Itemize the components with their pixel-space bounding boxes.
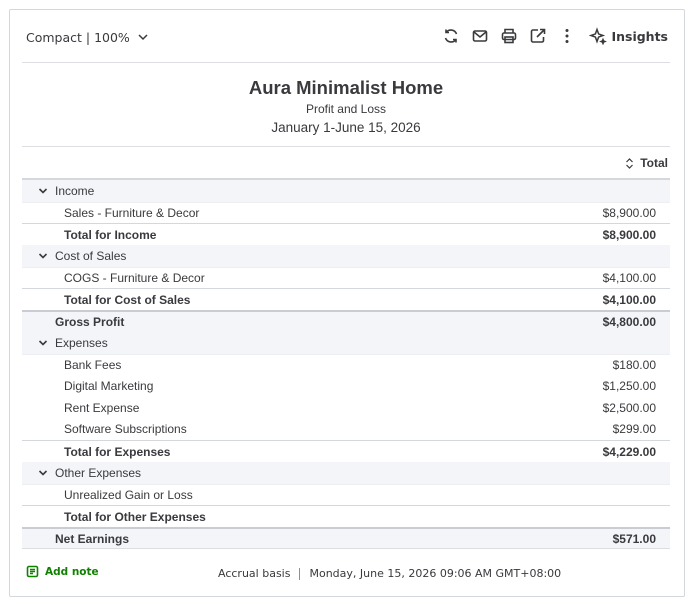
toolbar-divider (22, 62, 670, 63)
row-label: Cost of Sales (55, 248, 127, 263)
row-label: Software Subscriptions (64, 422, 187, 437)
row-amount[interactable]: $8,900.00 (603, 228, 656, 242)
header-divider (22, 146, 670, 147)
row-amount[interactable]: $4,100.00 (603, 293, 656, 307)
row-label: Net Earnings (55, 531, 130, 546)
row-label: Total for Expenses (64, 444, 171, 459)
email-button[interactable] (468, 24, 492, 48)
row-amount[interactable]: $8,900.00 (603, 206, 656, 220)
table-row: Software Subscriptions $299.00 (22, 419, 670, 441)
add-note-label: Add note (45, 565, 99, 578)
section-income[interactable]: Income (22, 180, 670, 202)
refresh-icon (445, 29, 458, 43)
note-icon (26, 565, 39, 578)
section-expenses[interactable]: Expenses (22, 331, 670, 354)
row-label: Total for Income (64, 227, 157, 242)
column-header-row: Total (22, 148, 670, 180)
report-footer: Add note Accrual basis Monday, June 15, … (10, 563, 684, 585)
company-name: Aura Minimalist Home (248, 77, 444, 98)
report-period: January 1-June 15, 2026 (271, 120, 421, 135)
table-row: Bank Fees $180.00 (22, 353, 670, 376)
meta-separator (299, 567, 301, 580)
total-row-income: Total for Income $8,900.00 (22, 223, 670, 245)
table-row: Digital Marketing $1,250.00 (22, 375, 670, 397)
insights-button[interactable]: Insights (589, 27, 668, 45)
row-amount[interactable]: $4,800.00 (603, 315, 656, 329)
table-row: Rent Expense $2,500.00 (22, 397, 670, 419)
row-label: Digital Marketing (64, 379, 154, 394)
row-amount[interactable]: $4,100.00 (603, 271, 656, 285)
report-table: Income Sales - Furniture & Decor $8,900.… (22, 180, 670, 549)
row-label: Expenses (55, 335, 108, 350)
more-icon (565, 29, 569, 43)
report-toolbar: Compact | 100% Insights (10, 10, 684, 62)
print-icon (502, 28, 517, 44)
row-label: Rent Expense (64, 400, 140, 415)
row-amount[interactable]: $1,250.00 (603, 379, 656, 393)
chevron-down-icon (38, 188, 48, 194)
refresh-button[interactable] (439, 24, 463, 48)
export-button[interactable] (526, 24, 550, 48)
report-header: Aura Minimalist Home Profit and Loss Jan… (22, 76, 670, 137)
view-density-label: Compact | 100% (26, 29, 130, 45)
row-label: Total for Cost of Sales (64, 292, 191, 307)
chevron-down-icon (38, 340, 48, 346)
footer-divider (22, 548, 670, 549)
row-amount[interactable]: $180.00 (613, 358, 656, 372)
report-title: Profit and Loss (305, 102, 387, 116)
report-timestamp: Monday, June 15, 2026 09:06 AM GMT+08:00 (309, 567, 562, 580)
section-cost-of-sales[interactable]: Cost of Sales (22, 245, 670, 267)
insights-label: Insights (611, 28, 668, 44)
row-amount[interactable]: $4,229.00 (603, 445, 656, 459)
table-row: Unrealized Gain or Loss (22, 483, 670, 506)
total-row-cost-of-sales: Total for Cost of Sales $4,100.00 (22, 288, 670, 310)
row-amount[interactable]: $299.00 (613, 422, 656, 436)
row-label: Other Expenses (55, 465, 142, 480)
total-row-other-expenses: Total for Other Expenses (22, 505, 670, 527)
section-other-expenses[interactable]: Other Expenses (22, 461, 670, 484)
row-amount[interactable]: $2,500.00 (603, 401, 656, 415)
row-label: COGS - Furniture & Decor (64, 271, 205, 286)
toolbar-actions: Insights (434, 24, 668, 48)
add-note-button[interactable]: Add note (26, 565, 99, 578)
row-label: Bank Fees (64, 357, 122, 372)
accounting-basis: Accrual basis (218, 567, 291, 580)
total-column-header[interactable]: Total (625, 156, 668, 170)
report-panel: Compact | 100% Insights Aura Minimalist … (9, 9, 685, 597)
row-label: Total for Other Expenses (64, 509, 206, 524)
row-label: Unrealized Gain or Loss (64, 487, 193, 502)
table-row: Sales - Furniture & Decor $8,900.00 (22, 201, 670, 224)
sort-icon (626, 157, 634, 169)
table-row: COGS - Furniture & Decor $4,100.00 (22, 266, 670, 289)
insights-icon (589, 27, 608, 45)
row-amount[interactable]: $571.00 (613, 532, 656, 546)
more-options-button[interactable] (555, 24, 579, 48)
gross-profit-row: Gross Profit $4,800.00 (22, 310, 670, 332)
chevron-down-icon (38, 470, 48, 476)
total-column-label: Total (640, 156, 668, 170)
total-row-expenses: Total for Expenses $4,229.00 (22, 440, 670, 462)
report-meta: Accrual basis Monday, June 15, 2026 09:0… (218, 567, 561, 580)
row-label: Sales - Furniture & Decor (64, 206, 200, 221)
chevron-down-icon (138, 34, 148, 41)
export-icon (531, 28, 546, 43)
row-label: Gross Profit (55, 314, 125, 329)
email-icon (473, 30, 488, 42)
print-button[interactable] (497, 24, 521, 48)
chevron-down-icon (38, 253, 48, 259)
net-earnings-row: Net Earnings $571.00 (22, 527, 670, 549)
row-label: Income (55, 183, 95, 198)
view-density-select[interactable]: Compact | 100% (26, 27, 150, 47)
